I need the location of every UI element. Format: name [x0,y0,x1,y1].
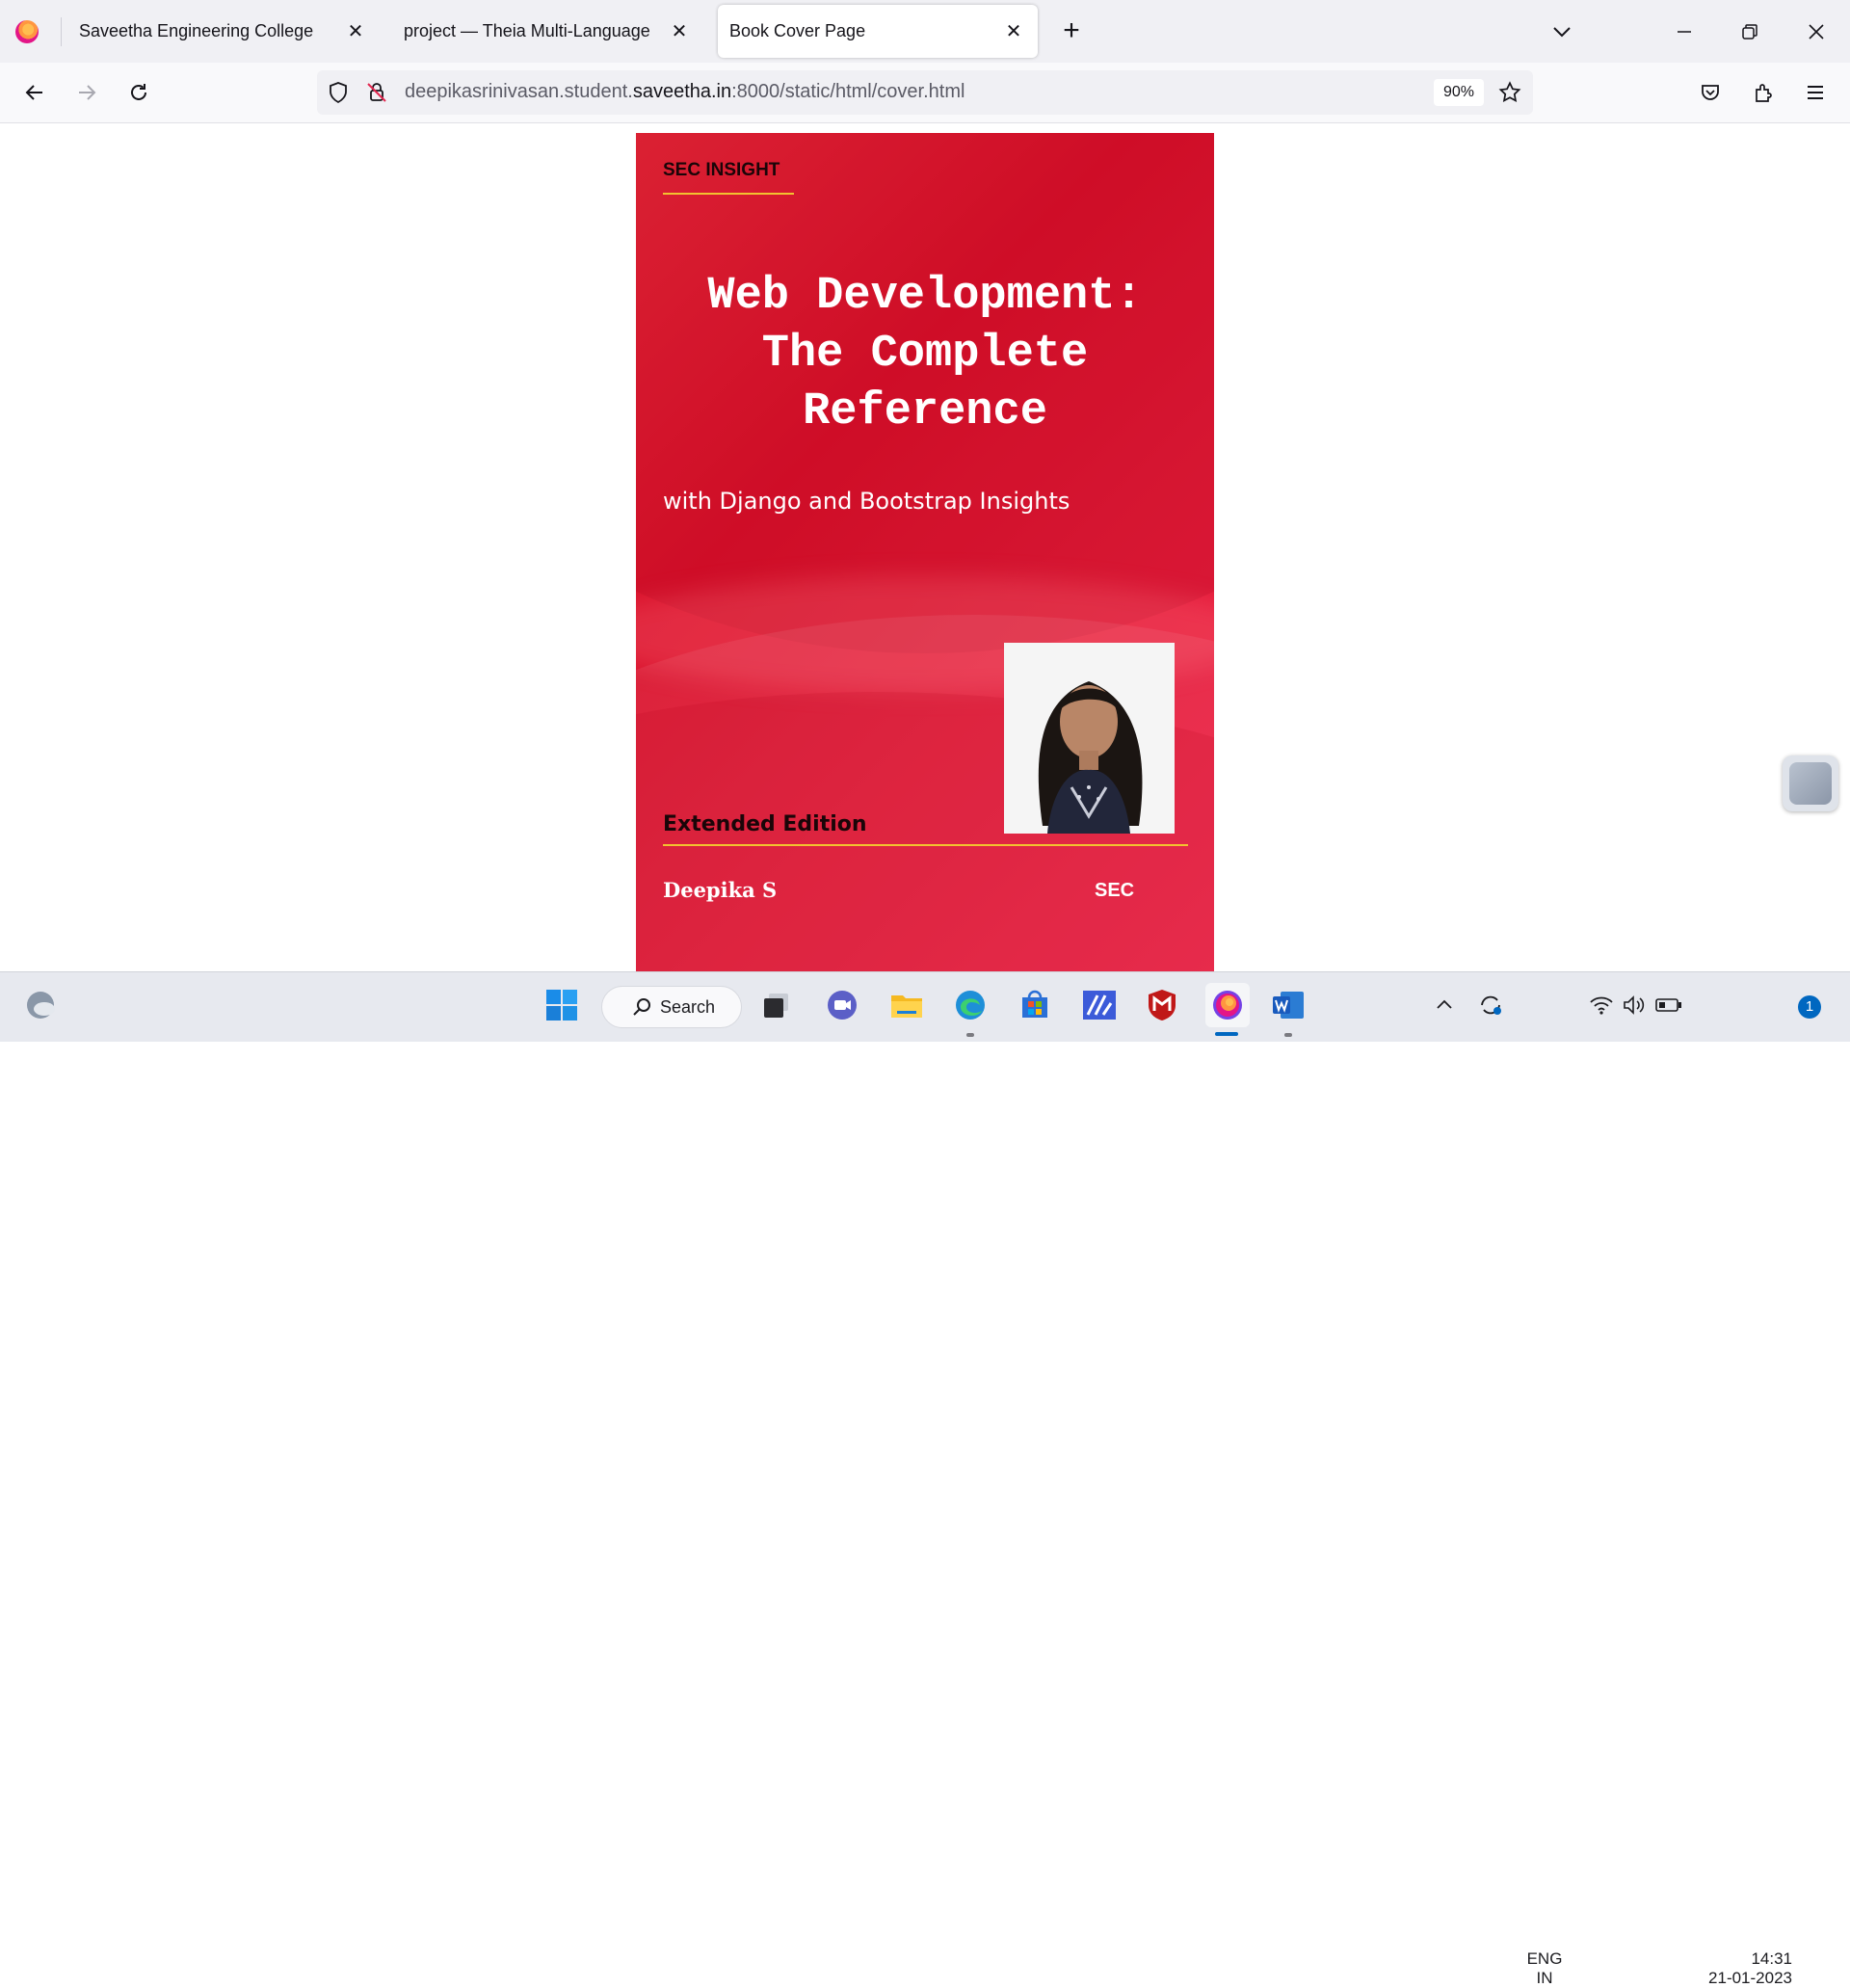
close-tab-icon[interactable]: ✕ [669,20,690,42]
new-tab-button[interactable]: + [1057,16,1086,45]
tab-label: Book Cover Page [729,21,866,40]
running-indicator [1284,1033,1292,1037]
tab-project-theia[interactable]: project — Theia Multi-Language Ex ✕ [391,5,703,58]
floating-extension-widget-icon[interactable] [1783,755,1838,811]
series-underline [663,193,794,195]
windows-taskbar: Search ENG IN 14:31 21-01-2023 [0,971,1850,1987]
book-cover: SEC INSIGHT Web Development: The Complet… [636,133,1214,973]
tab-label: project — Theia Multi-Language Ex [404,21,655,40]
title-line: Web Development: [707,271,1143,322]
visual-studio-icon[interactable] [1080,986,1119,1024]
language-region: IN [1536,1969,1553,1987]
taskbar-search-box[interactable]: Search [601,986,742,1028]
microsoft-store-icon[interactable] [1016,986,1054,1024]
clock-time: 14:31 [1751,1949,1792,1968]
author-photo [1004,643,1175,834]
weather-widget-icon[interactable] [21,986,60,1024]
notification-count-badge[interactable]: 1 [1798,995,1821,1019]
reload-icon[interactable] [122,76,155,109]
title-line: The Complete [761,329,1089,380]
zoom-reset-button[interactable]: 90% [1434,79,1484,106]
word-icon[interactable] [1269,986,1308,1024]
back-icon[interactable] [18,76,51,109]
series-name: SEC INSIGHT [663,160,780,180]
task-view-icon[interactable] [757,986,796,1024]
running-indicator [966,1033,974,1037]
list-all-tabs-icon[interactable] [1550,21,1573,42]
address-bar[interactable]: deepikasrinivasan.student.saveetha.in:80… [317,70,1533,115]
sync-icon[interactable] [1471,986,1510,1024]
tab-saveetha[interactable]: Saveetha Engineering College ✕ [67,5,380,58]
close-tab-icon[interactable]: ✕ [1003,20,1024,42]
firefox-icon[interactable] [1205,983,1250,1027]
search-label: Search [660,997,716,1017]
restore-icon[interactable] [1733,15,1766,48]
tab-divider [61,17,62,46]
battery-icon[interactable] [1650,986,1688,1024]
navigation-toolbar: deepikasrinivasan.student.saveetha.in:80… [0,63,1850,123]
pocket-icon[interactable] [1694,76,1727,109]
book-subtitle: with Django and Bootstrap Insights [663,488,1070,515]
url-prefix: deepikasrinivasan.student. [405,81,633,102]
menu-hamburger-icon[interactable] [1799,76,1832,109]
wifi-icon[interactable] [1582,986,1621,1024]
minimize-icon[interactable] [1668,15,1701,48]
close-tab-icon[interactable]: ✕ [345,20,366,42]
title-line: Reference [803,386,1047,437]
author-name: Deepika S [663,878,778,902]
show-hidden-icons-chevron-up-icon[interactable] [1425,986,1464,1024]
input-language-indicator[interactable]: ENG IN [1520,1949,1569,1988]
edition-label: Extended Edition [663,812,867,836]
tab-book-cover[interactable]: Book Cover Page ✕ [718,5,1038,58]
windows-start-icon[interactable] [542,986,581,1024]
publisher-name: SEC [1095,880,1135,901]
language-code: ENG [1526,1949,1563,1968]
close-window-icon[interactable] [1800,15,1833,48]
insecure-lock-icon[interactable] [365,81,388,109]
firefox-view-icon[interactable] [15,20,39,43]
file-explorer-icon[interactable] [887,986,926,1024]
bookmark-star-icon[interactable] [1497,80,1522,110]
volume-icon[interactable] [1616,986,1654,1024]
book-title: Web Development: The Complete Reference [655,268,1195,441]
mcafee-icon[interactable] [1143,986,1181,1024]
forward-icon[interactable] [70,76,103,109]
edge-icon[interactable] [951,986,990,1024]
url-text[interactable]: deepikasrinivasan.student.saveetha.in:80… [405,81,965,103]
tracking-protection-shield-icon[interactable] [327,81,350,109]
url-path: :8000/static/html/cover.html [731,81,965,102]
tab-label: Saveetha Engineering College [79,21,314,40]
search-icon [631,996,652,1022]
edition-divider [663,844,1188,846]
teams-chat-icon[interactable] [823,986,861,1024]
active-app-indicator [1215,1032,1238,1036]
clock[interactable]: 14:31 21-01-2023 [1696,1949,1792,1988]
tab-strip: Saveetha Engineering College ✕ project —… [0,0,1850,63]
url-host: saveetha.in [632,81,732,102]
extensions-icon[interactable] [1747,76,1780,109]
clock-date: 21-01-2023 [1708,1969,1792,1987]
